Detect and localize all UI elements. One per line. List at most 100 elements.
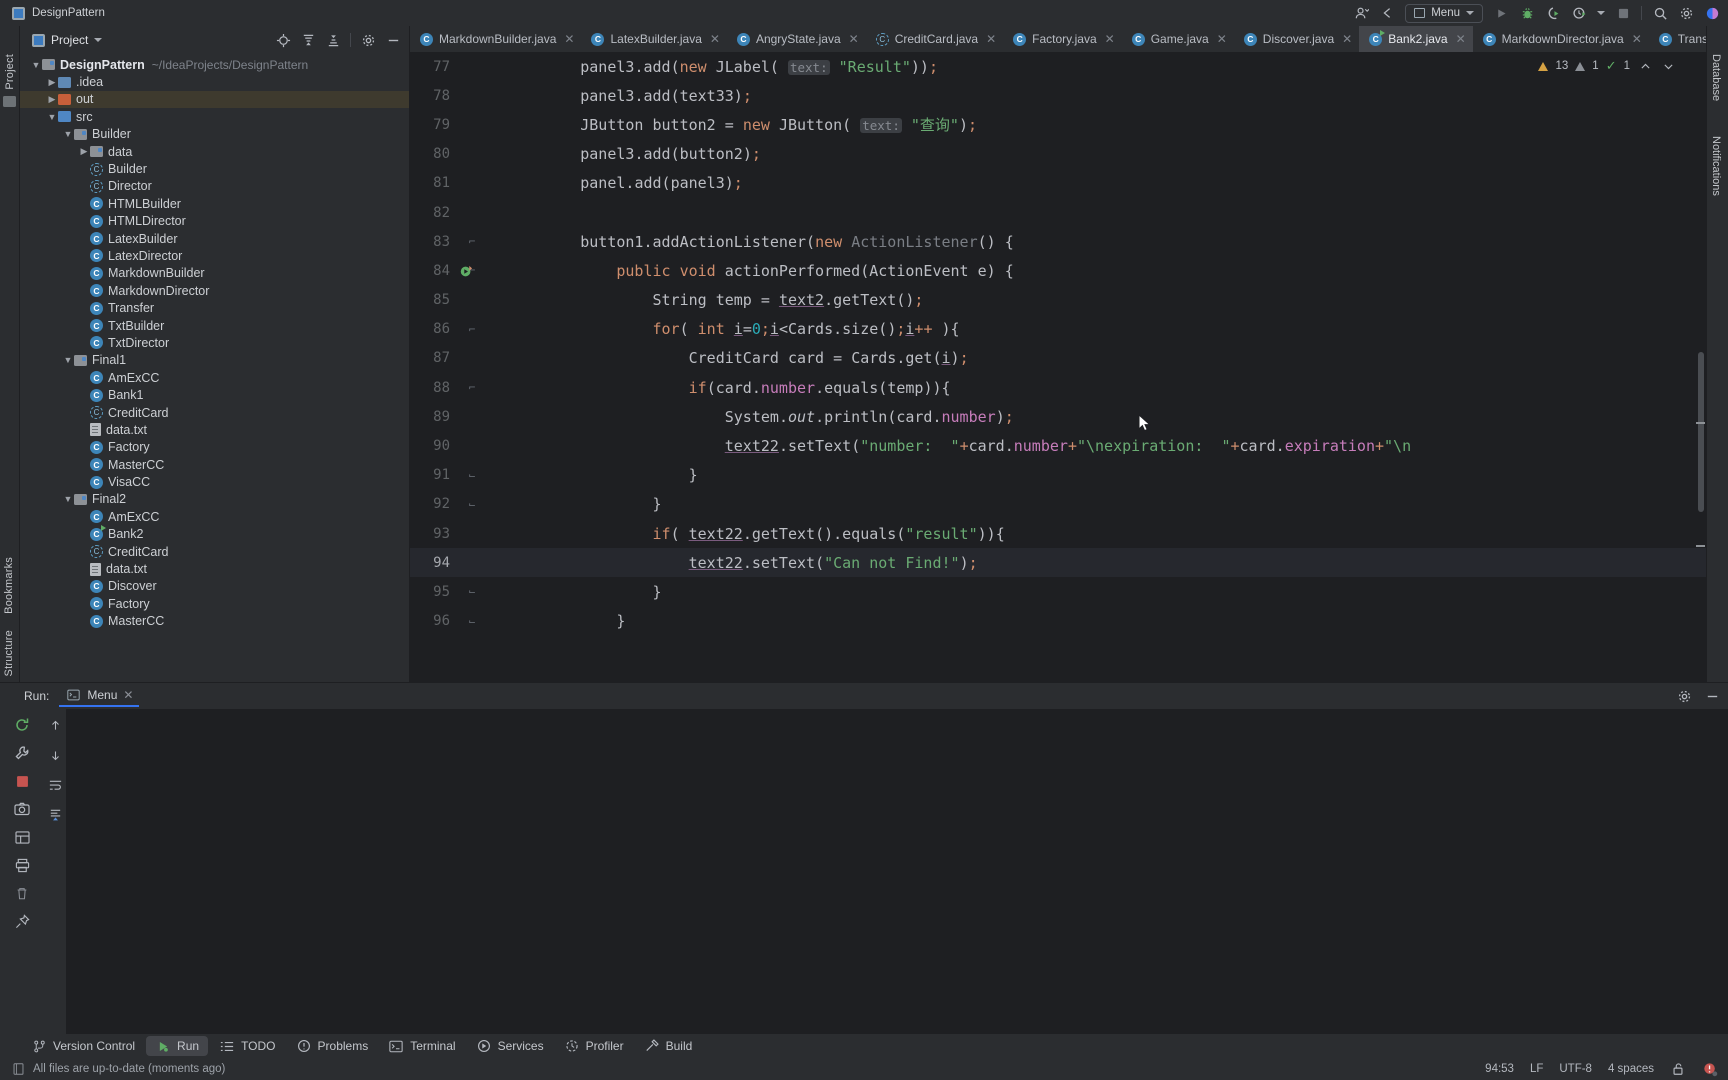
- tree-node-final1[interactable]: ▼ Final1: [20, 352, 409, 369]
- line-number[interactable]: 83: [410, 234, 458, 250]
- tree-node-amexcc[interactable]: ·C AmExCC: [20, 369, 409, 386]
- close-tab-icon[interactable]: ✕: [710, 32, 720, 46]
- code-line-79[interactable]: 79 JButton button2 = new JButton( text: …: [410, 110, 1706, 139]
- line-number[interactable]: 79: [410, 117, 458, 133]
- project-folder-icon[interactable]: [3, 95, 16, 107]
- tree-node-discover[interactable]: ·C Discover: [20, 578, 409, 595]
- code-fold-marker[interactable]: ⌐: [458, 323, 486, 336]
- tree-node-markdowndirector[interactable]: ·C MarkdownDirector: [20, 282, 409, 299]
- code-fold-marker[interactable]: ⌐: [458, 235, 486, 248]
- close-tab-icon[interactable]: ✕: [1632, 32, 1642, 46]
- close-tab-icon[interactable]: ✕: [986, 32, 996, 46]
- code-line-77[interactable]: 77 panel3.add(new JLabel( text: "Result"…: [410, 52, 1706, 81]
- code-line-89[interactable]: 89 System.out.println(card.number);: [410, 402, 1706, 431]
- editor-tab-game-java[interactable]: C Game.java ✕: [1122, 26, 1234, 52]
- line-number[interactable]: 92: [410, 496, 458, 512]
- code-editor[interactable]: 13 1 ✓ 1 77 panel3.add(new JLabel( text:…: [410, 52, 1706, 682]
- settings-gear-icon[interactable]: [360, 32, 376, 48]
- inspection-widget[interactable]: 13 1 ✓ 1: [1538, 58, 1676, 74]
- tree-node-creditcard[interactable]: ·C CreditCard: [20, 404, 409, 421]
- code-line-96[interactable]: 96 ⌙ }: [410, 607, 1706, 636]
- editor-tab-transf[interactable]: C Transf: [1649, 26, 1706, 52]
- close-tab-icon[interactable]: ✕: [1456, 32, 1466, 46]
- line-number[interactable]: 86: [410, 321, 458, 337]
- next-highlight-icon[interactable]: [1660, 58, 1676, 74]
- trash-icon[interactable]: [14, 885, 30, 901]
- up-arrow-icon[interactable]: [47, 717, 63, 733]
- settings-gear-icon[interactable]: [1676, 688, 1692, 704]
- code-line-81[interactable]: 81 panel.add(panel3);: [410, 169, 1706, 198]
- back-arrow-icon[interactable]: [1379, 5, 1395, 21]
- soft-wrap-icon[interactable]: [47, 777, 63, 793]
- code-line-78[interactable]: 78 panel3.add(text33);: [410, 81, 1706, 110]
- bottom-tab-run[interactable]: Run: [146, 1036, 209, 1056]
- rail-item-project[interactable]: Project: [4, 54, 16, 90]
- line-number[interactable]: 82: [410, 205, 458, 221]
- code-line-86[interactable]: 86 ⌐ for( int i=0;i<Cards.size();i++ ){: [410, 315, 1706, 344]
- code-fold-marker[interactable]: ⌙: [458, 615, 486, 628]
- hide-panel-icon[interactable]: [385, 32, 401, 48]
- code-line-82[interactable]: 82: [410, 198, 1706, 227]
- code-fold-marker[interactable]: ⌐: [458, 381, 486, 394]
- project-file-tree[interactable]: ▼ DesignPattern ~/IdeaProjects/DesignPatte…: [20, 54, 409, 682]
- tree-node-factory[interactable]: ·C Factory: [20, 439, 409, 456]
- line-number[interactable]: 81: [410, 175, 458, 191]
- chevron-down-icon[interactable]: ▼: [62, 494, 74, 504]
- pin-icon[interactable]: [14, 913, 30, 929]
- bottom-tab-problems[interactable]: Problems: [287, 1036, 378, 1056]
- rail-item-notifications[interactable]: Notifications: [1710, 136, 1722, 196]
- tree-node-amexcc[interactable]: ·C AmExCC: [20, 508, 409, 525]
- rail-item-structure[interactable]: Structure: [3, 630, 15, 676]
- close-tab-icon[interactable]: ✕: [1342, 32, 1352, 46]
- editor-tab-discover-java[interactable]: C Discover.java ✕: [1234, 26, 1359, 52]
- tree-node-designpattern[interactable]: ▼ DesignPattern ~/IdeaProjects/DesignPatte…: [20, 56, 409, 73]
- tree-node-visacc[interactable]: ·C VisaCC: [20, 473, 409, 490]
- line-number[interactable]: 77: [410, 59, 458, 75]
- editor-tab-strip[interactable]: C MarkdownBuilder.java ✕ C LatexBuilder.java…: [410, 26, 1706, 52]
- tree-node-htmldirector[interactable]: ·C HTMLDirector: [20, 213, 409, 230]
- tree-node-builder[interactable]: ▼ Builder: [20, 126, 409, 143]
- line-number[interactable]: 95: [410, 584, 458, 600]
- line-number[interactable]: 90: [410, 438, 458, 454]
- code-line-90[interactable]: 90 text22.setText("number: "+card.number…: [410, 431, 1706, 460]
- bottom-tab-version-control[interactable]: Version Control: [22, 1036, 144, 1056]
- settings-gear-icon[interactable]: [1678, 5, 1694, 21]
- editor-tab-creditcard-java[interactable]: C CreditCard.java ✕: [866, 26, 1003, 52]
- code-line-88[interactable]: 88 ⌐ if(card.number.equals(temp)){: [410, 373, 1706, 402]
- expand-all-icon[interactable]: [300, 32, 316, 48]
- editor-tab-angrystate-java[interactable]: C AngryState.java ✕: [727, 26, 866, 52]
- editor-tab-latexbuilder-java[interactable]: C LatexBuilder.java ✕: [581, 26, 726, 52]
- tree-node-data[interactable]: ▶ data: [20, 143, 409, 160]
- tree-node-data-txt[interactable]: · data.txt: [20, 560, 409, 577]
- line-separator[interactable]: LF: [1530, 1063, 1543, 1075]
- tree-node--idea[interactable]: ▶ .idea: [20, 73, 409, 90]
- line-number[interactable]: 87: [410, 350, 458, 366]
- code-line-94[interactable]: 94 text22.setText("Can not Find!");: [410, 548, 1706, 578]
- profile-icon[interactable]: [1571, 5, 1587, 21]
- close-tab-icon[interactable]: ✕: [849, 32, 859, 46]
- search-icon[interactable]: [1652, 5, 1668, 21]
- tree-node-bank1[interactable]: ·C Bank1: [20, 386, 409, 403]
- unlocked-icon[interactable]: [1670, 1061, 1686, 1077]
- debug-icon[interactable]: [1519, 5, 1535, 21]
- editor-marker-warning[interactable]: [1696, 422, 1705, 424]
- line-number[interactable]: 85: [410, 292, 458, 308]
- layout-icon[interactable]: [14, 829, 30, 845]
- tree-node-latexbuilder[interactable]: ·C LatexBuilder: [20, 230, 409, 247]
- minimize-icon[interactable]: [1704, 688, 1720, 704]
- file-encoding[interactable]: UTF-8: [1559, 1063, 1592, 1075]
- line-number[interactable]: 96: [410, 613, 458, 629]
- editor-tab-factory-java[interactable]: C Factory.java ✕: [1003, 26, 1122, 52]
- code-text-area[interactable]: 77 panel3.add(new JLabel( text: "Result"…: [410, 52, 1706, 682]
- code-line-80[interactable]: 80 panel3.add(button2);: [410, 140, 1706, 169]
- tree-node-src[interactable]: ▼ src: [20, 108, 409, 125]
- tree-node-txtbuilder[interactable]: ·C TxtBuilder: [20, 317, 409, 334]
- chevron-down-icon[interactable]: ▼: [62, 129, 74, 139]
- bottom-tab-build[interactable]: Build: [635, 1036, 702, 1056]
- code-line-91[interactable]: 91 ⌙ }: [410, 461, 1706, 490]
- line-number[interactable]: 93: [410, 526, 458, 542]
- stop-icon[interactable]: [14, 773, 30, 789]
- scroll-to-end-icon[interactable]: [47, 807, 63, 823]
- code-line-83[interactable]: 83 ⌐ button1.addActionListener(new Action…: [410, 227, 1706, 256]
- chevron-right-icon[interactable]: ▶: [46, 94, 58, 105]
